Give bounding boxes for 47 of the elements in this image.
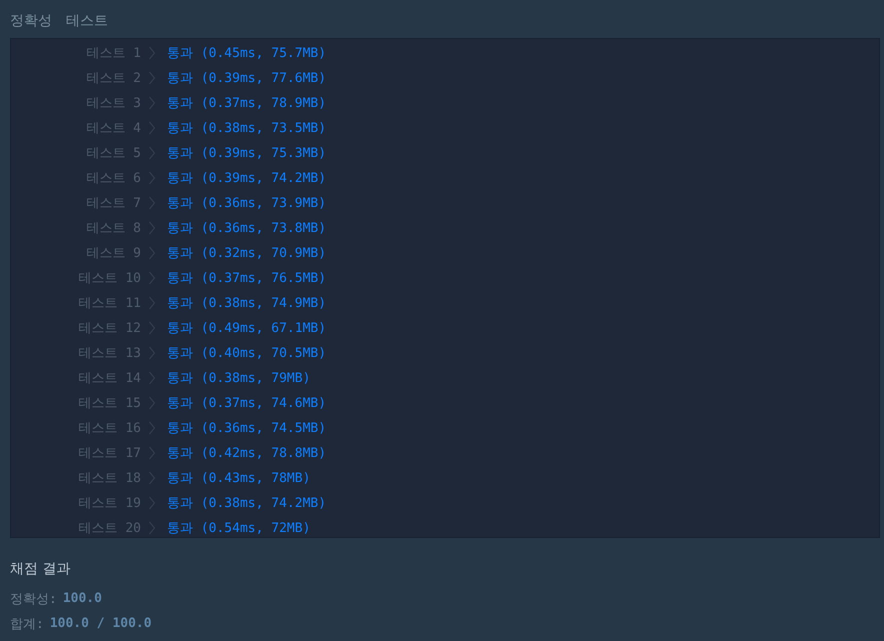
test-result: 통과 (0.42ms, 78.8MB) (167, 444, 326, 462)
chevron-icon (149, 120, 155, 134)
test-result: 통과 (0.37ms, 74.6MB) (167, 394, 326, 412)
chevron-icon (149, 170, 155, 184)
chevron-icon (149, 420, 155, 434)
test-result: 통과 (0.49ms, 67.1MB) (167, 320, 326, 336)
test-result: 통과 (0.36ms, 73.9MB) (167, 194, 326, 212)
chevron-icon (149, 96, 155, 110)
chevron-icon (149, 470, 155, 484)
chevron-icon (149, 270, 155, 284)
test-result: 통과 (0.40ms, 70.5MB) (167, 344, 326, 362)
test-result: 통과 (0.45ms, 75.7MB) (167, 44, 326, 62)
chevron-icon (149, 396, 155, 410)
test-result: 통과 (0.36ms, 74.5MB) (167, 420, 326, 436)
summary-label: 정확성: (10, 590, 57, 608)
test-result: 통과 (0.38ms, 74.9MB) (167, 294, 326, 312)
summary-value: 100.0 (62, 591, 102, 606)
chevron-icon (149, 370, 155, 384)
test-result: 통과 (0.38ms, 73.5MB) (167, 120, 326, 136)
chevron-icon (149, 296, 155, 310)
chevron-icon (149, 46, 155, 60)
chevron-icon (149, 496, 155, 510)
test-result: 통과 (0.37ms, 78.9MB) (167, 94, 326, 112)
chevron-icon (149, 70, 155, 84)
chevron-icon (149, 146, 155, 160)
summary-label: 합계: (10, 616, 44, 632)
test-result: 통과 (0.38ms, 74.2MB) (167, 494, 326, 512)
section-subtitle: 테스트 (66, 12, 108, 31)
summary-value: 100.0 / 100.0 (50, 616, 152, 631)
test-result: 통과 (0.39ms, 74.2MB) (167, 170, 326, 186)
test-result: 통과 (0.54ms, 72MB) (167, 520, 310, 536)
test-result: 통과 (0.39ms, 77.6MB) (167, 70, 326, 86)
chevron-icon (149, 196, 155, 210)
test-result: 통과 (0.36ms, 73.8MB) (167, 220, 326, 236)
chevron-icon (149, 320, 155, 334)
test-result: 통과 (0.39ms, 75.3MB) (167, 144, 326, 162)
section-title: 정확성 (10, 12, 52, 31)
test-result: 통과 (0.38ms, 79MB) (167, 370, 310, 386)
chevron-icon (149, 446, 155, 460)
chevron-icon (149, 520, 155, 534)
chevron-icon (149, 246, 155, 260)
test-result: 통과 (0.32ms, 70.9MB) (167, 244, 326, 262)
test-result: 통과 (0.43ms, 78MB) (167, 470, 310, 486)
summary-title: 채점 결과 (10, 560, 72, 578)
test-result: 통과 (0.37ms, 76.5MB) (167, 270, 326, 286)
chevron-icon (149, 346, 155, 360)
chevron-icon (149, 220, 155, 234)
